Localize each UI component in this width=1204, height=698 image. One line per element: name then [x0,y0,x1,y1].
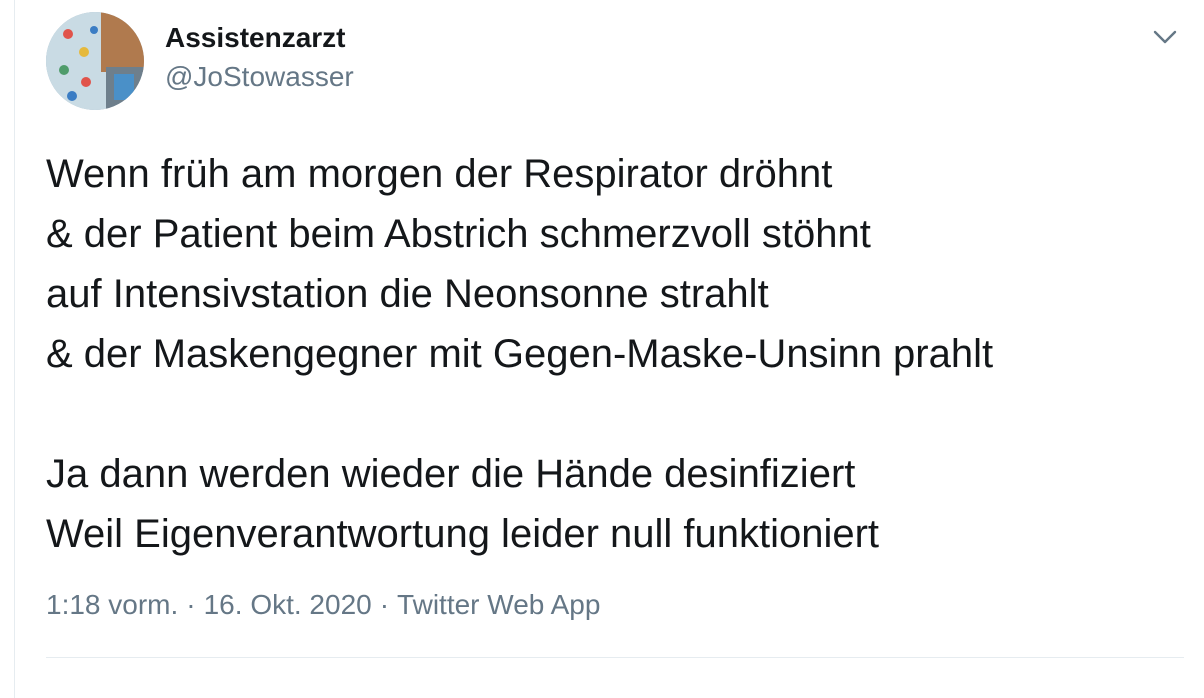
tweet-menu-button[interactable] [1150,22,1180,52]
avatar[interactable] [46,12,144,110]
tweet-meta: 1:18 vorm. · 16. Okt. 2020 · Twitter Web App [46,589,600,621]
tweet-line: Ja dann werden wieder die Hände desinfiz… [46,452,856,496]
tweet-text: Wenn früh am morgen der Respirator dröhn… [46,144,1186,564]
tweet-line: & der Maskengegner mit Gegen-Maske-Unsin… [46,332,994,376]
author-display-name[interactable]: Assistenzarzt [165,22,346,54]
tweet-line: & der Patient beim Abstrich schmerzvoll … [46,212,871,256]
tweet-time[interactable]: 1:18 vorm. [46,589,178,620]
tweet-card: Assistenzarzt @JoStowasser Wenn früh am … [0,0,1204,698]
tweet-source-link[interactable]: Twitter Web App [397,589,600,620]
tweet-line: auf Intensivstation die Neonsonne strahl… [46,272,769,316]
author-handle[interactable]: @JoStowasser [165,61,354,93]
chevron-down-icon [1153,30,1177,44]
avatar-image [46,12,144,110]
left-border [0,0,15,698]
tweet-line: Weil Eigenverantwortung leider null funk… [46,512,880,556]
meta-separator: · [186,589,196,620]
tweet-line: Wenn früh am morgen der Respirator dröhn… [46,152,833,196]
divider [46,657,1184,658]
meta-separator: · [379,589,390,620]
tweet-date[interactable]: 16. Okt. 2020 [204,589,372,620]
